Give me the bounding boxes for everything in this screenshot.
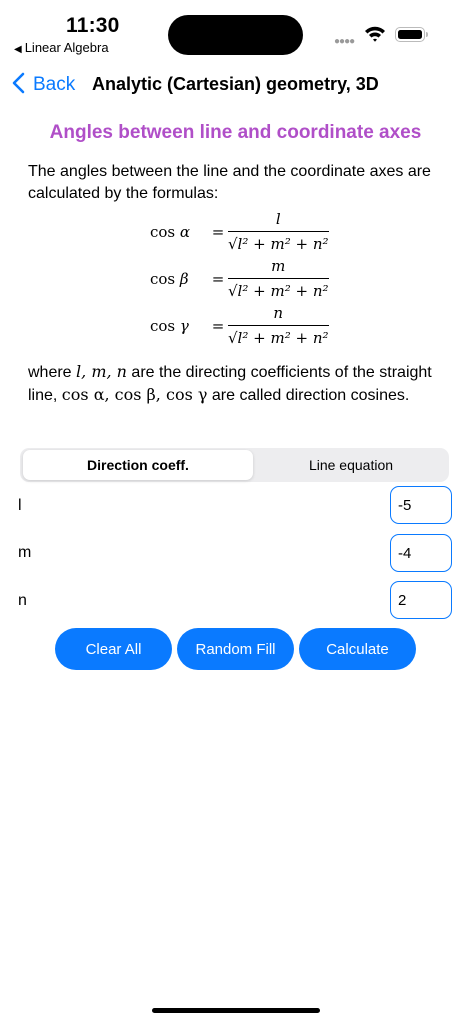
tab-direction-coeff[interactable]: Direction coeff.	[23, 450, 253, 480]
label-n: n	[18, 592, 27, 609]
calculate-button[interactable]: Calculate	[299, 628, 416, 670]
chevron-left-icon	[12, 72, 25, 98]
label-m: m	[18, 544, 32, 561]
input-n[interactable]	[390, 581, 452, 619]
back-app-label: Linear Algebra	[24, 40, 109, 55]
back-to-app[interactable]: ◀ Linear Algebra	[14, 40, 109, 55]
explanation-text: where l, m, n are the directing coeffici…	[28, 362, 432, 404]
battery-icon	[395, 27, 428, 42]
back-triangle-icon: ◀	[14, 44, 22, 55]
intro-text: The angles between the line and the coor…	[28, 163, 431, 202]
home-indicator[interactable]	[152, 1008, 320, 1013]
nav-title: Analytic (Cartesian) geometry, 3D	[92, 74, 379, 94]
cellular-signal-icon: ●●●●	[334, 36, 355, 47]
label-l: l	[18, 497, 22, 514]
formula-cos-gamma: cos γ = n √l² + m² + n²	[150, 304, 329, 347]
wifi-icon	[364, 25, 386, 48]
formula-cos-beta: cos β = m √l² + m² + n²	[150, 257, 329, 300]
back-label: Back	[33, 74, 76, 95]
mode-segmented-control: Direction coeff. Line equation	[20, 448, 449, 482]
dynamic-island	[168, 15, 303, 55]
input-l[interactable]	[390, 486, 452, 524]
input-m[interactable]	[390, 534, 452, 572]
random-fill-button[interactable]: Random Fill	[177, 628, 294, 670]
back-button[interactable]: Back	[12, 72, 75, 98]
clear-all-button[interactable]: Clear All	[55, 628, 172, 670]
status-time: 11:30	[66, 14, 120, 37]
section-title: Angles between line and coordinate axes	[49, 122, 422, 143]
tab-line-equation[interactable]: Line equation	[255, 450, 447, 480]
formula-cos-alpha: cos α = l √l² + m² + n²	[150, 210, 329, 253]
